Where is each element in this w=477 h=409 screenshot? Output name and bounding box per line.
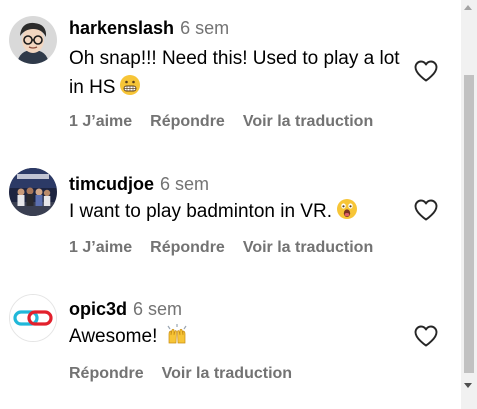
- like-heart-icon[interactable]: [413, 59, 439, 83]
- timestamp[interactable]: 6 sem: [133, 299, 182, 319]
- cartoon-avatar-with-glasses-icon: [9, 16, 57, 64]
- comment-actions: 1 J’aime Répondre Voir la traduction: [69, 112, 391, 132]
- username[interactable]: harkenslash: [69, 18, 174, 38]
- like-heart-icon[interactable]: [413, 198, 439, 222]
- comment-actions: 1 J’aime Répondre Voir la traduction: [69, 238, 391, 258]
- username[interactable]: opic3d: [69, 299, 127, 319]
- comment-header: timcudjoe 6 sem: [69, 172, 209, 196]
- comment-text: I want to play badminton in VR.: [69, 197, 404, 229]
- scroll-up-arrow-icon[interactable]: [464, 5, 472, 10]
- likes-count-link[interactable]: 1 J’aime: [69, 239, 132, 256]
- avatar[interactable]: [9, 16, 57, 64]
- comment-header: harkenslash 6 sem: [69, 16, 229, 40]
- comments-list: harkenslash 6 sem Oh snap!!! Need this! U…: [0, 0, 461, 409]
- avatar[interactable]: [9, 294, 57, 342]
- comment-text: Awesome!: [69, 322, 404, 354]
- timestamp[interactable]: 6 sem: [180, 18, 229, 38]
- group-photo-avatar-icon: [9, 168, 57, 216]
- comment-item: timcudjoe 6 sem I want to play badminton …: [0, 168, 461, 272]
- raising-hands-emoji-icon: [165, 323, 189, 354]
- comment-actions: Répondre Voir la traduction: [69, 364, 310, 384]
- scrollbar-thumb[interactable]: [464, 75, 474, 373]
- linked-rings-logo-icon: [10, 295, 56, 341]
- reply-button[interactable]: Répondre: [69, 365, 144, 382]
- comment-header: opic3d 6 sem: [69, 297, 182, 321]
- translate-button[interactable]: Voir la traduction: [162, 365, 292, 382]
- comment-body: Awesome!: [69, 326, 158, 347]
- timestamp[interactable]: 6 sem: [160, 174, 209, 194]
- reply-button[interactable]: Répondre: [150, 113, 225, 130]
- avatar[interactable]: [9, 168, 57, 216]
- astonished-face-emoji-icon: [336, 198, 358, 229]
- likes-count-link[interactable]: 1 J’aime: [69, 113, 132, 130]
- username[interactable]: timcudjoe: [69, 174, 154, 194]
- grimacing-face-emoji-icon: [119, 74, 141, 105]
- reply-button[interactable]: Répondre: [150, 239, 225, 256]
- comment-item: harkenslash 6 sem Oh snap!!! Need this! U…: [0, 16, 461, 136]
- vertical-scrollbar[interactable]: [461, 0, 477, 409]
- translate-button[interactable]: Voir la traduction: [243, 113, 373, 130]
- like-heart-icon[interactable]: [413, 324, 439, 348]
- scroll-down-arrow-icon[interactable]: [464, 383, 472, 388]
- translate-button[interactable]: Voir la traduction: [243, 239, 373, 256]
- comment-body: I want to play badminton in VR.: [69, 201, 332, 222]
- comment-item: opic3d 6 sem Awesome! Répondre Voir la tra…: [0, 294, 461, 397]
- comment-text: Oh snap!!! Need this! Used to play a lot…: [69, 44, 404, 105]
